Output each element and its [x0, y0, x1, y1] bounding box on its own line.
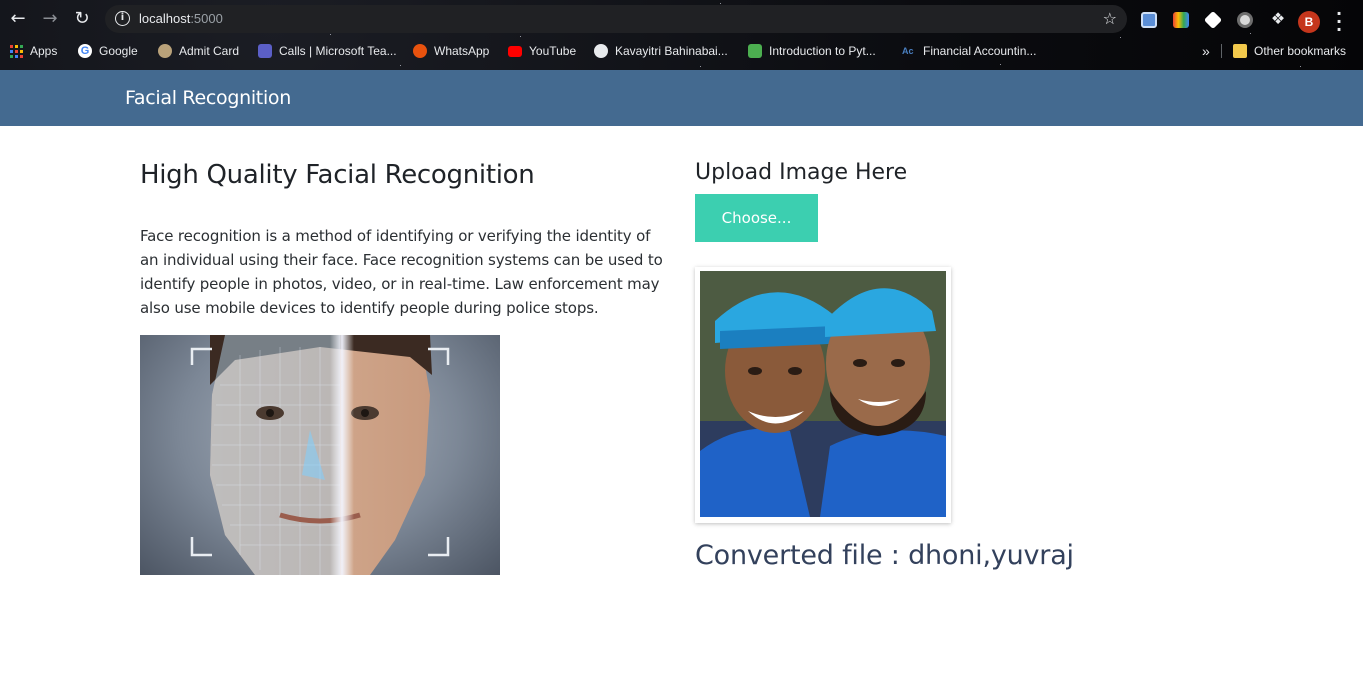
- bookmark-label: Calls | Microsoft Tea...: [279, 44, 397, 58]
- description-text: Face recognition is a method of identify…: [140, 227, 663, 317]
- apps-grid-icon: [10, 44, 23, 58]
- site-info-icon[interactable]: i: [115, 11, 130, 26]
- whatsapp-icon: [413, 44, 427, 58]
- extension-icon[interactable]: [1173, 12, 1189, 28]
- face-scan-illustration: [140, 335, 500, 575]
- browser-chrome: ← → ↻ i localhost:5000 ☆ ❖ B · · · Apps G …: [0, 0, 1363, 70]
- face-scan-graphic: [190, 335, 450, 575]
- choose-file-button[interactable]: Choose...: [695, 194, 818, 242]
- bookmark-admit-card[interactable]: Admit Card: [158, 40, 239, 62]
- bookmark-financial[interactable]: Ac Financial Accountin...: [902, 40, 1036, 62]
- youtube-icon: [508, 45, 522, 57]
- bookmark-youtube[interactable]: YouTube: [508, 40, 576, 62]
- profile-avatar[interactable]: B: [1298, 11, 1320, 33]
- address-url[interactable]: localhost:5000: [139, 11, 223, 26]
- back-arrow-icon[interactable]: ←: [6, 7, 30, 31]
- bookmark-kavayitri[interactable]: Kavayitri Bahinabai...: [594, 40, 728, 62]
- bookmark-label: Financial Accountin...: [923, 44, 1037, 58]
- bookmark-label: Google: [99, 44, 138, 58]
- bookmark-label: Admit Card: [179, 44, 240, 58]
- bookmark-python[interactable]: Introduction to Pyt...: [748, 40, 876, 62]
- reload-icon[interactable]: ↻: [70, 7, 94, 31]
- uploaded-image: [700, 271, 946, 517]
- bookmark-label: Kavayitri Bahinabai...: [615, 44, 728, 58]
- bookmark-label: YouTube: [529, 44, 577, 58]
- browser-menu-icon[interactable]: · · ·: [1334, 6, 1344, 38]
- app-navbar: Facial Recognition: [0, 70, 1363, 126]
- bookmarks-divider: [1221, 44, 1222, 58]
- extension-icon[interactable]: [1141, 12, 1157, 28]
- extension-icon[interactable]: [1203, 10, 1223, 30]
- other-bookmarks[interactable]: Other bookmarks: [1233, 40, 1346, 62]
- bookmark-label: Apps: [30, 44, 58, 58]
- bookmark-apps[interactable]: Apps: [10, 40, 57, 62]
- bookmark-label: Introduction to Pyt...: [769, 44, 876, 58]
- bookmark-teams[interactable]: Calls | Microsoft Tea...: [258, 40, 397, 62]
- extension-icon[interactable]: [1237, 12, 1253, 28]
- upload-heading: Upload Image Here: [695, 160, 908, 185]
- bookmark-google[interactable]: G Google: [78, 40, 138, 62]
- url-port: :5000: [190, 11, 223, 26]
- bookmarks-overflow[interactable]: »: [1202, 40, 1210, 62]
- page-title: High Quality Facial Recognition: [140, 160, 535, 190]
- uploaded-image-frame: [695, 267, 951, 523]
- bookmark-star-icon[interactable]: ☆: [1103, 9, 1117, 28]
- uploaded-photo-graphic: [700, 271, 946, 517]
- bookmark-label: WhatsApp: [434, 44, 490, 58]
- folder-icon: [1233, 44, 1247, 58]
- google-icon: G: [78, 44, 92, 58]
- conversion-result: Converted file : dhoni,yuvraj: [695, 540, 1074, 571]
- forward-arrow-icon[interactable]: →: [38, 7, 62, 31]
- browser-toolbar: ← → ↻ i localhost:5000 ☆ ❖ B · · ·: [0, 4, 1363, 38]
- admit-card-icon: [158, 44, 172, 58]
- bookmarks-bar: Apps G Google Admit Card Calls | Microso…: [0, 40, 1363, 62]
- globe-icon: [594, 44, 608, 58]
- ac-icon: Ac: [902, 46, 914, 56]
- w3-icon: [748, 44, 762, 58]
- bookmark-whatsapp[interactable]: WhatsApp: [413, 40, 489, 62]
- extensions-puzzle-icon[interactable]: ❖: [1266, 7, 1290, 31]
- navbar-brand[interactable]: Facial Recognition: [125, 87, 291, 109]
- address-bar[interactable]: i localhost:5000 ☆: [105, 5, 1127, 33]
- url-host: localhost: [139, 11, 191, 26]
- teams-icon: [258, 44, 272, 58]
- other-bookmarks-label: Other bookmarks: [1254, 44, 1347, 58]
